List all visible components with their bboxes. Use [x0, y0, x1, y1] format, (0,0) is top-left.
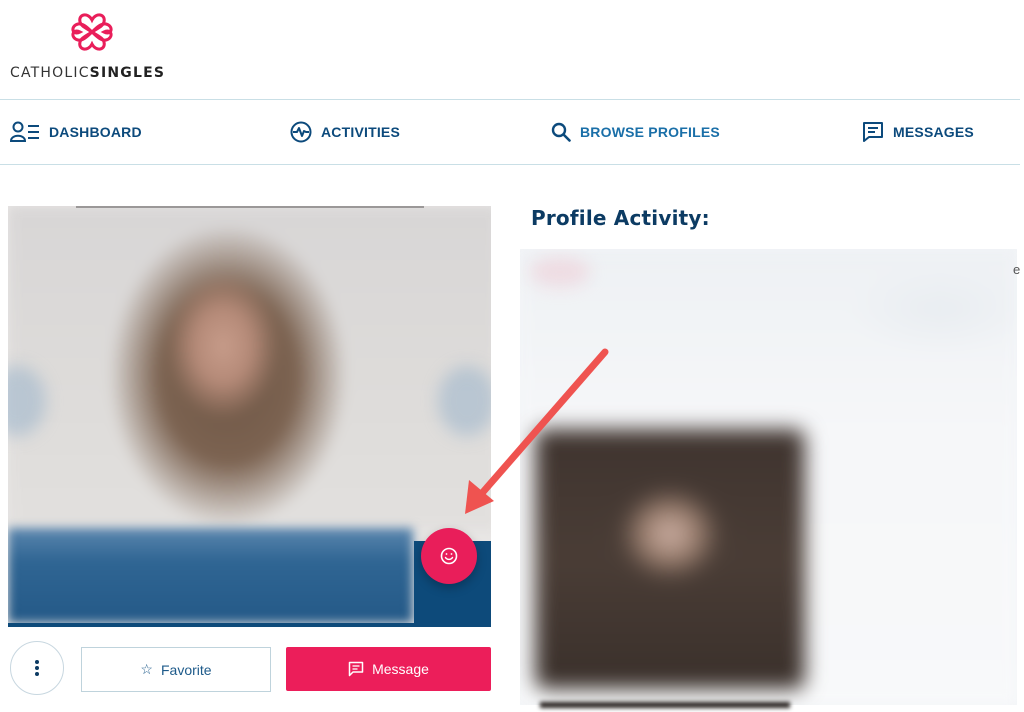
chat-icon: [348, 661, 364, 677]
message-button[interactable]: Message: [286, 647, 491, 691]
brand-logo[interactable]: CATHOLICSINGLES: [10, 8, 170, 81]
profile-photo: [8, 206, 491, 531]
nav-dashboard[interactable]: DASHBOARD: [10, 100, 142, 164]
nav-messages-label: MESSAGES: [893, 124, 974, 140]
profile-activity-panel: [520, 249, 1017, 705]
smile-button[interactable]: [421, 528, 477, 584]
nav-messages[interactable]: MESSAGES: [862, 100, 974, 164]
activity-title: Profile Activity:: [531, 206, 710, 230]
more-vertical-icon: [35, 660, 39, 676]
activity-bottom-edge: [540, 702, 790, 708]
nav-activities-label: ACTIVITIES: [321, 124, 401, 140]
star-icon: ☆: [140, 661, 153, 677]
more-options-button[interactable]: [10, 641, 64, 695]
profile-photo-card[interactable]: [8, 206, 491, 627]
photo-next-button[interactable]: [438, 366, 491, 436]
profile-caption: [8, 528, 413, 623]
nav-dashboard-label: DASHBOARD: [49, 124, 142, 140]
search-icon: [551, 122, 571, 142]
favorite-label: Favorite: [160, 661, 212, 678]
brand-name: CATHOLICSINGLES: [10, 65, 165, 81]
activity-highlight: [530, 257, 590, 287]
truncated-text: e: [1013, 262, 1021, 277]
message-icon: [863, 122, 883, 142]
nav-activities[interactable]: ACTIVITIES: [290, 100, 400, 164]
photo-top-edge: [76, 206, 424, 208]
favorite-button[interactable]: ☆ Favorite: [81, 647, 271, 692]
main-nav: DASHBOARD ACTIVITIES BROWSE PROFILES MES…: [0, 99, 1020, 165]
smile-icon: [440, 547, 458, 565]
message-label: Message: [372, 661, 429, 677]
photo-bottom-bar: [8, 623, 491, 627]
interlocking-hearts-icon: [71, 13, 113, 51]
nav-browse-profiles[interactable]: BROWSE PROFILES: [551, 100, 720, 164]
brand-name-light: CATHOLIC: [10, 65, 90, 81]
activity-photo[interactable]: [535, 429, 805, 689]
brand-name-bold: SINGLES: [89, 65, 166, 81]
heartbeat-icon: [290, 121, 312, 143]
user-list-icon: [10, 121, 39, 142]
nav-browse-label: BROWSE PROFILES: [580, 124, 720, 140]
